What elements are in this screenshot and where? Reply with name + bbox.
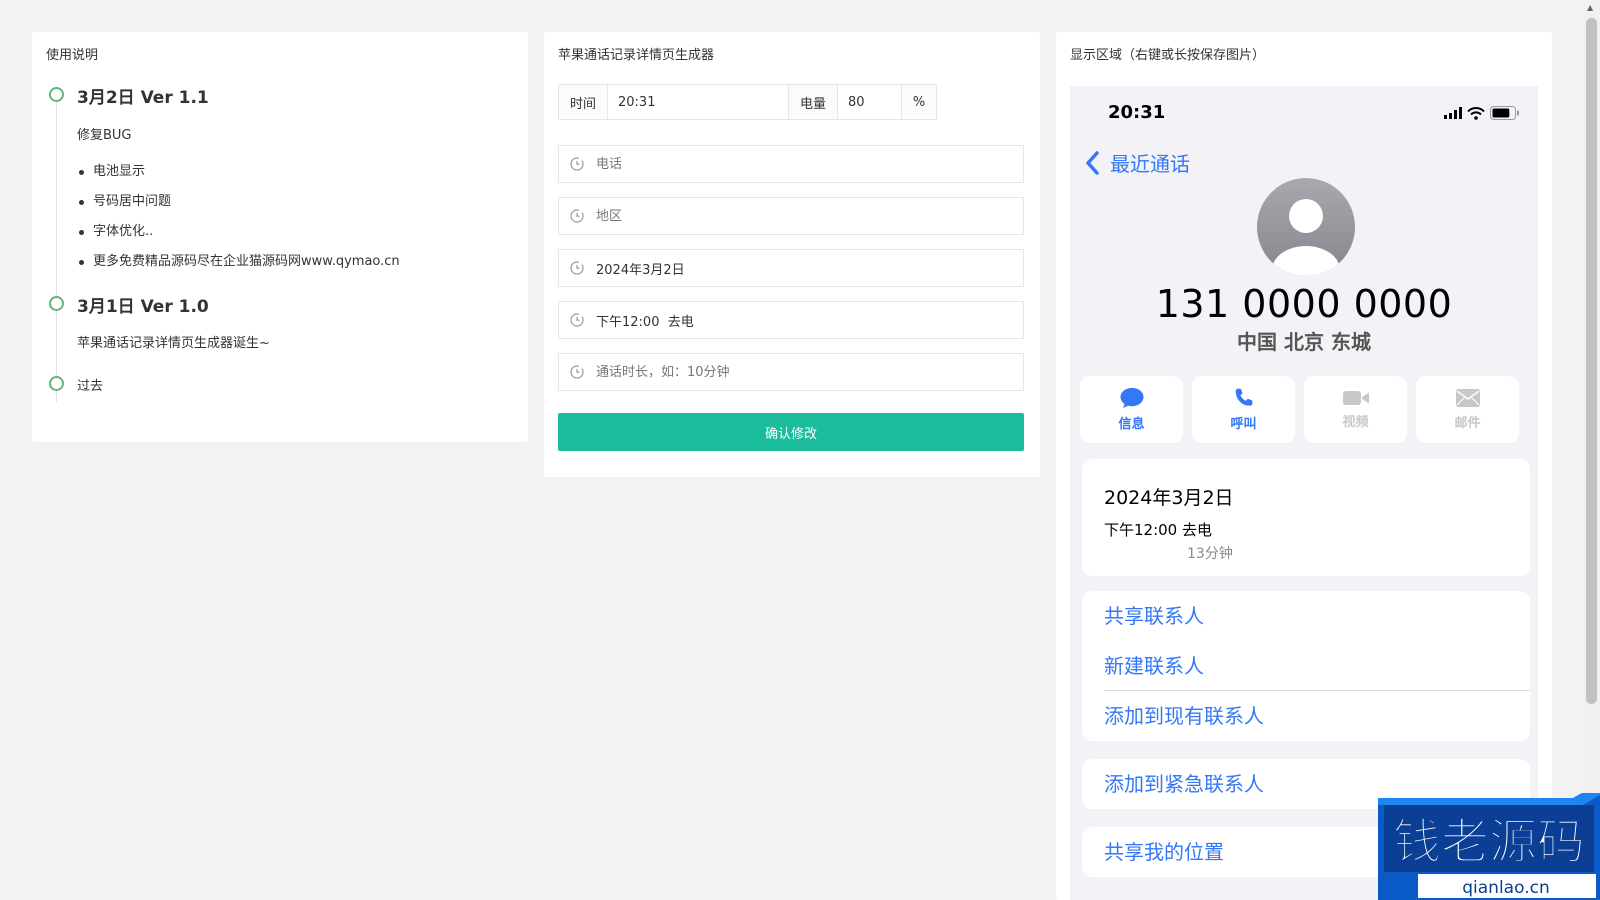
timeline-title: 3月2日 Ver 1.1 <box>77 88 209 108</box>
generator-panel: 苹果通话记录详情页生成器 时间 电量 % 确认修改 <box>544 32 1040 477</box>
add-existing-contact-item[interactable]: 添加到现有联系人 <box>1082 691 1530 741</box>
battery-label: 电量 <box>789 85 838 119</box>
message-label: 信息 <box>1118 417 1145 432</box>
timeline-title: 过去 <box>77 379 104 394</box>
clock-icon <box>570 313 584 327</box>
call-duration: 13分钟 <box>1187 546 1233 562</box>
time-input[interactable] <box>608 85 789 119</box>
contact-actions-group: 共享联系人 新建联系人 添加到现有联系人 <box>1082 591 1530 741</box>
watermark-text: 钱老源码 <box>1393 814 1585 870</box>
instructions-panel: 使用说明 3月2日 Ver 1.1 修复BUG 电池显示 号码居中问题 字体优化… <box>32 32 528 442</box>
time-label: 时间 <box>559 85 608 119</box>
timeline-title: 3月1日 Ver 1.0 <box>77 297 209 317</box>
list-item: 电池显示 <box>77 157 400 187</box>
back-label: 最近通话 <box>1110 152 1190 176</box>
timeline-node <box>49 296 64 311</box>
scroll-thumb[interactable] <box>1586 18 1597 704</box>
battery-input[interactable] <box>838 85 902 119</box>
watermark-logo: 钱老源码 qianlao.cn <box>1378 793 1600 900</box>
phone-icon <box>1235 388 1252 406</box>
list-item: 更多免费精品源码尽在企业猫源码网www.qymao.cn <box>77 247 400 277</box>
wifi-icon <box>1467 106 1485 120</box>
list-item: 字体优化.. <box>77 217 400 247</box>
call-button[interactable]: 呼叫 <box>1192 376 1295 443</box>
region-input[interactable] <box>594 207 1023 225</box>
mail-label: 邮件 <box>1454 416 1481 431</box>
phone-input[interactable] <box>594 155 1023 173</box>
timeline-line <box>56 102 57 402</box>
display-panel: 显示区域（右键或长按保存图片） 20:31 最近通话 131 0000 0000… <box>1056 32 1552 900</box>
message-bubble-icon <box>1120 388 1143 408</box>
call-time-field[interactable] <box>558 301 1024 339</box>
phone-preview: 20:31 最近通话 131 0000 0000 中国 北京 东城 信息 呼叫 … <box>1070 86 1538 900</box>
timeline-node <box>49 376 64 391</box>
timeline-subtitle: 苹果通话记录详情页生成器诞生~ <box>77 336 270 351</box>
watermark-domain: qianlao.cn <box>1462 878 1549 898</box>
mail-icon <box>1455 389 1480 407</box>
call-time: 下午12:00 去电 <box>1104 521 1212 539</box>
panel-title: 显示区域（右键或长按保存图片） <box>1070 48 1266 63</box>
mail-button[interactable]: 邮件 <box>1416 376 1519 443</box>
call-date: 2024年3月2日 <box>1104 487 1234 509</box>
date-input[interactable] <box>594 259 1023 277</box>
video-label: 视频 <box>1342 415 1369 430</box>
date-field[interactable] <box>558 249 1024 287</box>
time-battery-row: 时间 电量 % <box>558 84 937 120</box>
list-item: 号码居中问题 <box>77 187 400 217</box>
panel-title: 苹果通话记录详情页生成器 <box>558 48 715 63</box>
page-scrollbar[interactable]: ▲ ▼ <box>1583 0 1600 900</box>
call-detail-card: 2024年3月2日 下午12:00 去电 13分钟 <box>1082 459 1530 576</box>
phone-region: 中国 北京 东城 <box>1237 330 1371 354</box>
call-label: 呼叫 <box>1230 417 1257 432</box>
clock-icon <box>570 261 584 275</box>
timeline-subtitle: 修复BUG <box>77 128 132 143</box>
clock-icon <box>570 157 584 171</box>
share-contact-item[interactable]: 共享联系人 <box>1082 591 1530 641</box>
message-button[interactable]: 信息 <box>1080 376 1183 443</box>
chevron-left-icon <box>1086 150 1099 175</box>
timeline-node <box>49 87 64 102</box>
confirm-button[interactable]: 确认修改 <box>558 413 1024 451</box>
video-camera-icon <box>1342 391 1369 405</box>
clock-icon <box>570 365 584 379</box>
phone-number: 131 0000 0000 <box>1155 282 1453 326</box>
duration-field[interactable] <box>558 353 1024 391</box>
panel-title: 使用说明 <box>46 48 99 63</box>
changelog-list: 电池显示 号码居中问题 字体优化.. 更多免费精品源码尽在企业猫源码网www.q… <box>77 157 400 277</box>
new-contact-item[interactable]: 新建联系人 <box>1082 641 1530 691</box>
back-button[interactable]: 最近通话 <box>1084 148 1190 177</box>
phone-field[interactable] <box>558 145 1024 183</box>
video-button[interactable]: 视频 <box>1304 376 1407 443</box>
call-time-input[interactable] <box>594 311 1023 329</box>
status-bar-icons <box>1444 106 1520 120</box>
signal-icon <box>1444 107 1462 119</box>
duration-input[interactable] <box>594 363 1023 381</box>
region-field[interactable] <box>558 197 1024 235</box>
clock-icon <box>570 209 584 223</box>
scroll-up-arrow[interactable]: ▲ <box>1587 3 1593 12</box>
avatar-icon <box>1257 178 1355 276</box>
status-bar-time: 20:31 <box>1108 102 1166 123</box>
battery-unit: % <box>902 85 936 119</box>
battery-icon <box>1490 106 1519 120</box>
